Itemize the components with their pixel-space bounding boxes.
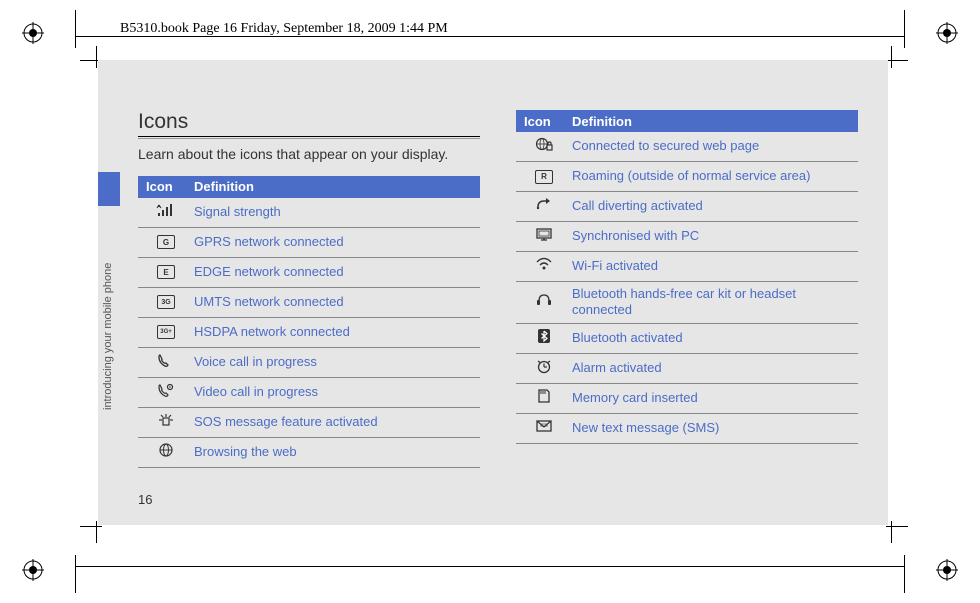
table-row: Call diverting activated xyxy=(516,192,858,222)
sync-pc-icon xyxy=(534,226,554,247)
table-header: Icon Definition xyxy=(138,176,480,198)
table-cell-def: SOS message feature activated xyxy=(194,414,480,430)
table-cell-def: EDGE network connected xyxy=(194,264,480,280)
table-cell-def: HSDPA network connected xyxy=(194,324,480,340)
roaming-icon: R xyxy=(535,170,553,184)
registration-mark-icon xyxy=(22,22,44,44)
voice-call-icon xyxy=(156,352,176,373)
section-intro: Learn about the icons that appear on you… xyxy=(138,145,480,164)
call-divert-icon xyxy=(534,196,554,217)
footer-rule xyxy=(75,566,905,567)
page-number: 16 xyxy=(138,492,152,507)
right-column: Icon Definition Connected to secured web… xyxy=(516,110,858,485)
umts-icon: 3G xyxy=(157,295,175,309)
table-row: G GPRS network connected xyxy=(138,228,480,258)
running-head: B5310.book Page 16 Friday, September 18,… xyxy=(120,21,448,37)
table-cell-def: Video call in progress xyxy=(194,384,480,400)
table-row: SOS message feature activated xyxy=(138,408,480,438)
table-row: Memory card inserted xyxy=(516,384,858,414)
header-icon-label: Icon xyxy=(138,179,194,194)
table-row: Bluetooth hands-free car kit or headset … xyxy=(516,282,858,324)
page-panel: introducing your mobile phone 16 Icons L… xyxy=(98,60,888,525)
table-cell-def: Call diverting activated xyxy=(572,198,858,214)
table-cell-def: Connected to secured web page xyxy=(572,138,858,154)
gprs-icon: G xyxy=(157,235,175,249)
table-row: R Roaming (outside of normal service are… xyxy=(516,162,858,192)
table-row: Bluetooth activated xyxy=(516,324,858,354)
table-cell-def: Synchronised with PC xyxy=(572,228,858,244)
browsing-icon xyxy=(156,442,176,463)
table-cell-def: New text message (SMS) xyxy=(572,420,858,436)
table-cell-def: Roaming (outside of normal service area) xyxy=(572,168,858,184)
table-cell-def: Alarm activated xyxy=(572,360,858,376)
registration-mark-icon xyxy=(936,559,958,581)
table-header: Icon Definition xyxy=(516,110,858,132)
sms-icon xyxy=(534,418,554,439)
secure-web-icon xyxy=(534,136,554,157)
table-row: 3G+ HSDPA network connected xyxy=(138,318,480,348)
header-icon-label: Icon xyxy=(516,114,572,129)
table-row: Synchronised with PC xyxy=(516,222,858,252)
icon-table-right: Icon Definition Connected to secured web… xyxy=(516,110,858,444)
table-row: Voice call in progress xyxy=(138,348,480,378)
registration-mark-icon xyxy=(22,559,44,581)
bluetooth-icon xyxy=(534,328,554,349)
alarm-icon xyxy=(534,358,554,379)
header-def-label: Definition xyxy=(572,114,858,129)
wifi-icon xyxy=(534,256,554,277)
video-call-icon xyxy=(156,382,176,403)
table-cell-def: Bluetooth activated xyxy=(572,330,858,346)
table-cell-def: Voice call in progress xyxy=(194,354,480,370)
table-cell-def: Browsing the web xyxy=(194,444,480,460)
left-column: Icons Learn about the icons that appear … xyxy=(138,110,480,485)
table-cell-def: GPRS network connected xyxy=(194,234,480,250)
signal-strength-icon xyxy=(156,202,176,223)
table-row: Browsing the web xyxy=(138,438,480,468)
title-rule xyxy=(138,136,480,139)
registration-mark-icon xyxy=(936,22,958,44)
edge-icon: E xyxy=(157,265,175,279)
table-row: Alarm activated xyxy=(516,354,858,384)
table-cell-def: Memory card inserted xyxy=(572,390,858,406)
section-title: Icons xyxy=(138,110,480,134)
memory-card-icon xyxy=(534,388,554,409)
table-cell-def: Wi-Fi activated xyxy=(572,258,858,274)
table-cell-def: Signal strength xyxy=(194,204,480,220)
table-row: Wi-Fi activated xyxy=(516,252,858,282)
table-row: 3G UMTS network connected xyxy=(138,288,480,318)
table-row: Video call in progress xyxy=(138,378,480,408)
table-row: Signal strength xyxy=(138,198,480,228)
table-cell-def: UMTS network connected xyxy=(194,294,480,310)
table-row: E EDGE network connected xyxy=(138,258,480,288)
table-row: Connected to secured web page xyxy=(516,132,858,162)
table-row: New text message (SMS) xyxy=(516,414,858,444)
bt-headset-icon xyxy=(534,292,554,313)
side-label: introducing your mobile phone xyxy=(102,220,118,410)
icon-table-left: Icon Definition Signal strength G GPRS n… xyxy=(138,176,480,468)
sos-icon xyxy=(156,412,176,433)
section-tab xyxy=(98,172,120,206)
header-def-label: Definition xyxy=(194,179,480,194)
hsdpa-icon: 3G+ xyxy=(157,325,175,339)
content-columns: Icons Learn about the icons that appear … xyxy=(138,110,858,485)
table-cell-def: Bluetooth hands-free car kit or headset … xyxy=(572,286,858,319)
